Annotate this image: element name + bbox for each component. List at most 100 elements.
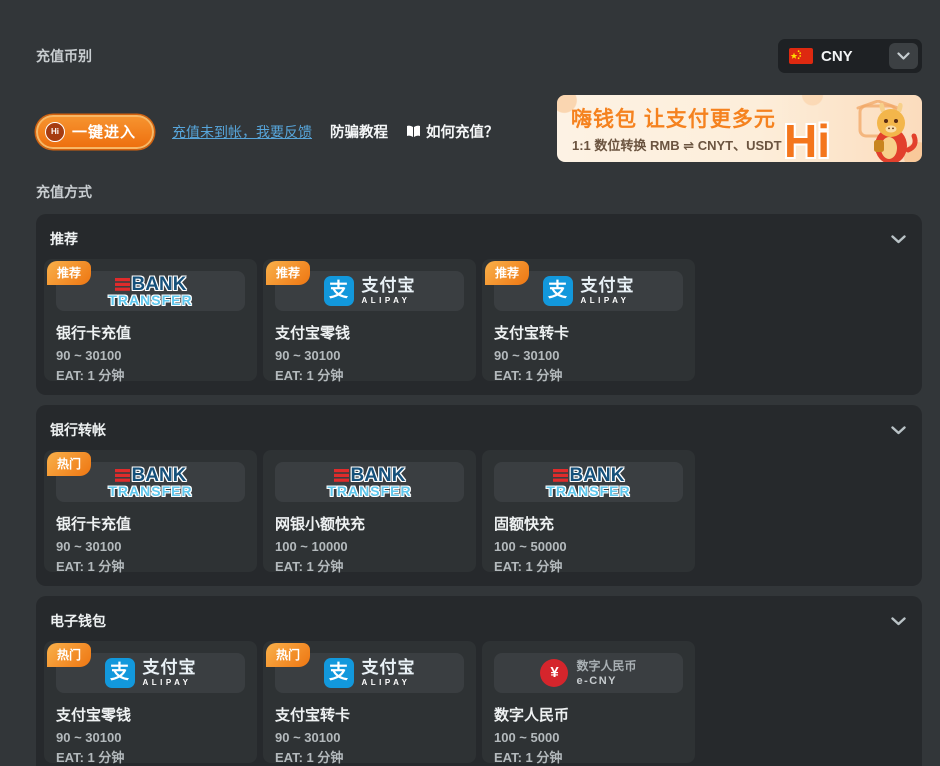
ecny-en-text: e-CNY [576,675,636,687]
alipay-logo: 支支付宝 ALIPAY [105,658,197,688]
transfer-logo-text: TRANSFER [327,484,411,498]
card-title: 支付宝零钱 [56,704,245,725]
bank-bars-icon [334,469,349,482]
hi-wallet-icon: Hi [45,122,65,142]
deposit-section-panel: 推荐推荐BANKTRANSFER银行卡充值90 ~ 30100EAT: 1 分钟… [36,214,922,395]
anti-fraud-tutorial-link[interactable]: 防骗教程 [330,121,388,142]
chevron-down-icon [891,426,906,435]
card-title: 支付宝零钱 [275,322,464,343]
section-header: 电子钱包 [36,596,922,641]
card-title: 支付宝转卡 [494,322,683,343]
card-limit-range: 90 ~ 30100 [275,730,464,745]
payment-method-card[interactable]: 推荐支支付宝 ALIPAY 支付宝转卡 90 ~ 30100 EAT: 1 分钟 [482,259,695,381]
card-badge: 推荐 [485,261,529,285]
card-eat-time: EAT: 1 分钟 [275,747,464,766]
deposit-method-label: 充值方式 [36,182,922,202]
payment-method-card[interactable]: ¥ 数字人民币 e-CNY 数字人民币 100 ~ 5000 EAT: 1 分钟 [482,641,695,763]
alipay-en-text: ALIPAY [581,296,635,305]
card-eat-time: EAT: 1 分钟 [56,747,245,766]
payment-method-card[interactable]: 热门支支付宝 ALIPAY 支付宝零钱 90 ~ 30100 EAT: 1 分钟 [44,641,257,763]
transfer-logo-text: TRANSFER [546,484,630,498]
alipay-icon: 支 [105,658,135,688]
card-badge: 热门 [47,452,91,476]
hi-wallet-promo-banner[interactable]: 嗨钱包 让支付更多元 1:1 数位转换 RMB ⇌ CNYT、USDT Hi [557,95,922,162]
payment-logo-tile: BANKTRANSFER [275,462,464,502]
section-title: 推荐 [50,229,78,249]
payment-logo-tile: BANKTRANSFER [494,462,683,502]
bank-transfer-logo: BANKTRANSFER [108,466,192,498]
alipay-en-text: ALIPAY [362,678,416,687]
one-key-enter-button[interactable]: Hi 一键进入 [36,115,154,149]
alipay-cn-text: 支付宝 [581,277,635,294]
card-limit-range: 90 ~ 30100 [275,348,464,363]
card-badge: 推荐 [47,261,91,285]
payment-card-grid: 热门支支付宝ALIPAY支付宝零钱90 ~ 30100EAT: 1 分钟热门支支… [36,641,922,763]
how-to-deposit-label: 如何充值？ [426,121,499,142]
ecny-logo: ¥ 数字人民币 e-CNY [540,659,636,687]
section-collapse-button[interactable] [891,235,906,244]
payment-method-card[interactable]: 热门支支付宝ALIPAY支付宝转卡90 ~ 30100EAT: 1 分钟 [263,641,476,763]
bank-bars-icon [553,469,568,482]
card-limit-range: 90 ~ 30100 [494,348,683,363]
payment-method-card[interactable]: BANKTRANSFER固额快充100 ~ 50000EAT: 1 分钟 [482,450,695,572]
currency-selector[interactable]: CNY [778,39,922,73]
book-icon [406,125,421,138]
card-badge: 推荐 [266,261,310,285]
card-limit-range: 100 ~ 5000 [494,730,683,745]
chevron-down-icon [891,235,906,244]
currency-row: 充值币别 CNY [36,38,922,74]
deposit-feedback-link[interactable]: 充值未到帐，我要反馈 [172,122,312,142]
banner-hi-logo: Hi [784,114,830,162]
currency-label: 充值币别 [36,46,92,66]
section-header: 推荐 [36,214,922,259]
card-limit-range: 90 ~ 30100 [56,730,245,745]
bank-transfer-logo: BANKTRANSFER [327,466,411,498]
card-eat-time: EAT: 1 分钟 [275,556,464,575]
section-collapse-button[interactable] [891,617,906,626]
section-title: 银行转帐 [50,420,106,440]
bank-bars-icon [115,469,130,482]
how-to-deposit-link[interactable]: 如何充值？ [406,121,499,142]
payment-method-card[interactable]: 推荐支支付宝 ALIPAY 支付宝零钱 90 ~ 30100 EAT: 1 分钟 [263,259,476,381]
alipay-en-text: ALIPAY [143,678,197,687]
deposit-section-panel: 电子钱包热门支支付宝ALIPAY支付宝零钱90 ~ 30100EAT: 1 分钟… [36,596,922,766]
card-eat-time: EAT: 1 分钟 [494,556,683,575]
section-title: 电子钱包 [50,611,106,631]
card-eat-time: EAT: 1 分钟 [56,365,245,384]
bank-transfer-logo: BANKTRANSFER [108,275,192,307]
payment-logo-tile: ¥ 数字人民币 e-CNY [494,653,683,693]
payment-method-card[interactable]: BANKTRANSFER网银小额快充100 ~ 10000EAT: 1 分钟 [263,450,476,572]
payment-card-grid: 热门BANKTRANSFER银行卡充值90 ~ 30100EAT: 1 分钟BA… [36,450,922,572]
alipay-cn-text: 支付宝 [362,659,416,676]
card-title: 银行卡充值 [56,322,245,343]
deposit-section-panel: 银行转帐热门 BANKTRANSFER 银行卡充值 90 ~ 30100 EAT: 1 … [36,405,922,586]
card-badge: 热门 [47,643,91,667]
card-eat-time: EAT: 1 分钟 [275,365,464,384]
section-collapse-button[interactable] [891,426,906,435]
alipay-cn-text: 支付宝 [143,659,197,676]
ecny-icon: ¥ [540,659,568,687]
china-flag-icon [789,48,813,64]
card-title: 数字人民币 [494,704,683,725]
alipay-cn-text: 支付宝 [362,277,416,294]
card-eat-time: EAT: 1 分钟 [494,747,683,766]
banner-subtitle: 1:1 数位转换 RMB ⇌ CNYT、USDT [572,135,782,154]
card-eat-time: EAT: 1 分钟 [56,556,245,575]
alipay-en-text: ALIPAY [362,296,416,305]
deposit-method-sections: 推荐推荐BANKTRANSFER银行卡充值90 ~ 30100EAT: 1 分钟… [36,214,922,766]
alipay-logo: 支支付宝 ALIPAY [543,276,635,306]
payment-method-card[interactable]: 推荐BANKTRANSFER银行卡充值90 ~ 30100EAT: 1 分钟 [44,259,257,381]
one-key-enter-label: 一键进入 [72,121,136,142]
currency-dropdown-button[interactable] [889,43,918,69]
card-limit-range: 90 ~ 30100 [56,539,245,554]
card-eat-time: EAT: 1 分钟 [494,365,683,384]
card-title: 网银小额快充 [275,513,464,534]
payment-method-card[interactable]: 热门 BANKTRANSFER 银行卡充值 90 ~ 30100 EAT: 1 分钟 [44,450,257,572]
alipay-icon: 支 [543,276,573,306]
card-title: 银行卡充值 [56,513,245,534]
alipay-icon: 支 [324,276,354,306]
section-header: 银行转帐 [36,405,922,450]
alipay-logo: 支支付宝ALIPAY [324,658,416,688]
currency-value: CNY [821,48,853,65]
ecny-cn-text: 数字人民币 [576,660,636,673]
